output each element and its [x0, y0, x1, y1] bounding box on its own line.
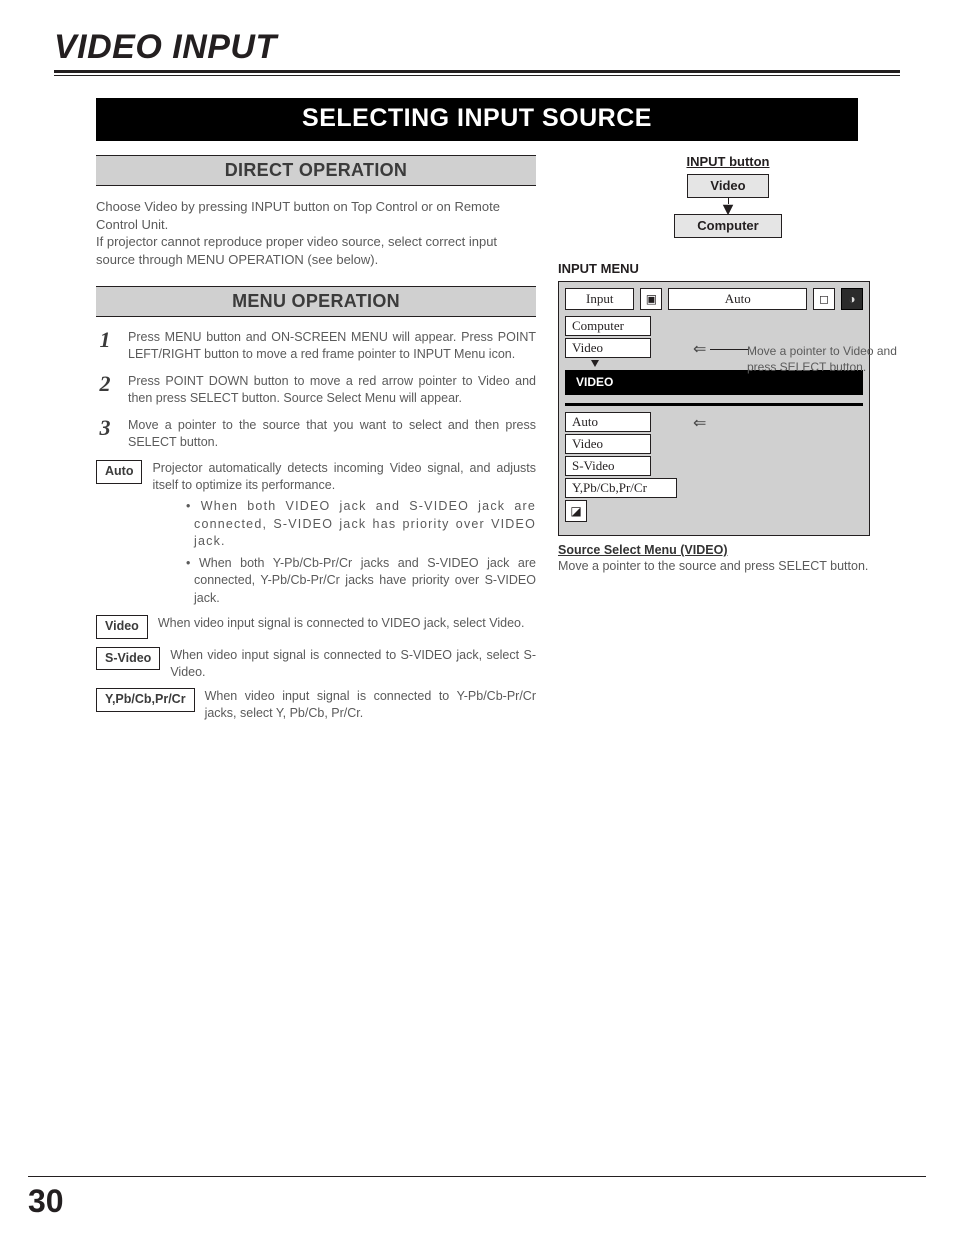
input-button-diagram: INPUT button Video ▼ Computer	[648, 155, 808, 238]
pointer-left-icon: ⇐	[693, 413, 706, 433]
option-auto-bullets: When both VIDEO jack and S-VIDEO jack ar…	[186, 498, 536, 607]
bullet: When both Y-Pb/Cb-Pr/Cr jacks and S-VIDE…	[186, 555, 536, 608]
option-label: S-Video	[96, 647, 160, 671]
source-select-title: Source Select Menu (VIDEO)	[558, 544, 898, 557]
menu-icon: ◻	[813, 288, 835, 310]
direct-operation-heading: DIRECT OPERATION	[96, 155, 536, 186]
option-text: When video input signal is connected to …	[205, 688, 536, 722]
osd-item-computer: Computer	[565, 316, 651, 336]
step-number: 2	[96, 373, 114, 407]
option-auto: Auto Projector automatically detects inc…	[96, 460, 536, 494]
osd-input-label: Input	[565, 288, 634, 310]
option-text: When video input signal is connected to …	[158, 615, 536, 632]
osd-sub-svideo: S-Video	[565, 456, 651, 476]
osd-mode: Auto	[668, 288, 807, 310]
step-text: Move a pointer to the source that you wa…	[128, 417, 536, 451]
arrow-down-icon	[591, 360, 599, 367]
chapter-title: VIDEO INPUT	[54, 30, 900, 64]
direct-p2: If projector cannot reproduce proper vid…	[96, 234, 497, 267]
bullet: When both VIDEO jack and S-VIDEO jack ar…	[186, 498, 536, 551]
option-video: Video When video input signal is connect…	[96, 615, 536, 639]
osd-item-video: Video	[565, 338, 651, 358]
step-text: Press MENU button and ON-SCREEN MENU wil…	[128, 329, 536, 363]
arrow-down-icon: ▼	[719, 204, 737, 214]
diagram-video: Video	[687, 174, 768, 198]
return-icon: ◪	[565, 500, 587, 522]
osd-sub-ypbcb: Y,Pb/Cb,Pr/Cr	[565, 478, 677, 498]
pointer-left-icon: ⇐	[693, 339, 706, 359]
rule-thin	[54, 75, 900, 76]
step-text: Press POINT DOWN button to move a red ar…	[128, 373, 536, 407]
option-label: Y,Pb/Cb,Pr/Cr	[96, 688, 195, 712]
footer-rule	[28, 1176, 926, 1177]
osd-panel: Input ▣ Auto ◻ ◑ Computer Video ⇐	[558, 281, 870, 536]
callout-line	[710, 349, 748, 350]
option-text: Projector automatically detects incoming…	[152, 460, 536, 494]
step-2: 2 Press POINT DOWN button to move a red …	[96, 373, 536, 407]
direct-p1: Choose Video by pressing INPUT button on…	[96, 199, 500, 232]
diagram-computer: Computer	[674, 214, 781, 238]
step-number: 3	[96, 417, 114, 451]
direct-operation-text: Choose Video by pressing INPUT button on…	[96, 198, 536, 268]
option-label: Video	[96, 615, 148, 639]
step-1: 1 Press MENU button and ON-SCREEN MENU w…	[96, 329, 536, 363]
source-select-text: Move a pointer to the source and press S…	[558, 559, 898, 573]
osd-callout: Move a pointer to Video and press SELECT…	[747, 344, 897, 375]
option-label: Auto	[96, 460, 142, 484]
option-text: When video input signal is connected to …	[170, 647, 536, 681]
osd-sub-video: Video	[565, 434, 651, 454]
step-number: 1	[96, 329, 114, 363]
input-menu-heading: INPUT MENU	[558, 262, 898, 275]
page-number: 30	[28, 1185, 64, 1217]
section-bar: SELECTING INPUT SOURCE	[96, 98, 858, 141]
menu-operation-heading: MENU OPERATION	[96, 286, 536, 317]
option-svideo: S-Video When video input signal is conne…	[96, 647, 536, 681]
osd-sub-auto: Auto	[565, 412, 651, 432]
step-3: 3 Move a pointer to the source that you …	[96, 417, 536, 451]
option-ypbcb: Y,Pb/Cb,Pr/Cr When video input signal is…	[96, 688, 536, 722]
rule-thick	[54, 70, 900, 73]
menu-icon: ▣	[640, 288, 662, 310]
menu-icon: ◑	[841, 288, 863, 310]
diagram-title: INPUT button	[686, 155, 769, 168]
